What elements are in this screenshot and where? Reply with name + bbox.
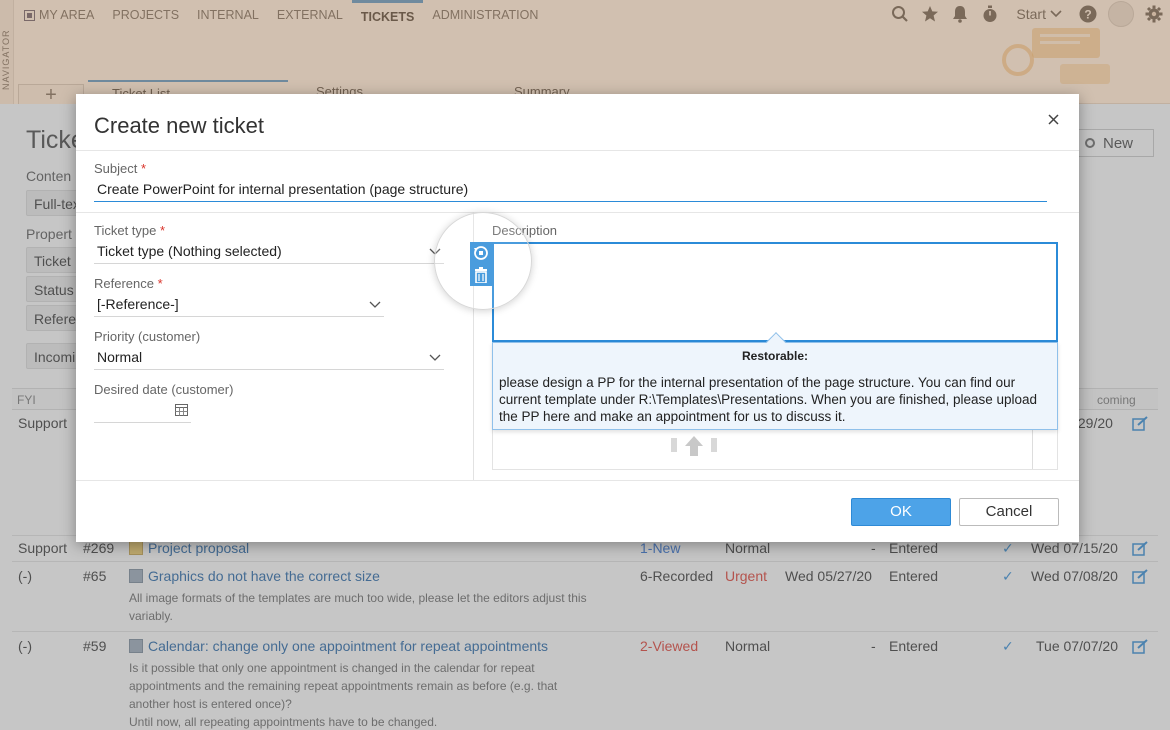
trash-icon[interactable]: [474, 267, 488, 283]
divider: [76, 212, 1079, 213]
ticket-type-value: Ticket type (Nothing selected): [97, 243, 282, 259]
ticket-type-select[interactable]: Ticket type (Nothing selected): [94, 241, 444, 264]
dialog-title: Create new ticket: [94, 113, 264, 138]
calendar-icon[interactable]: [175, 404, 188, 416]
priority-label: Priority (customer): [94, 329, 201, 344]
chevron-down-icon: [429, 248, 441, 255]
restorable-popup[interactable]: Restorable: please design a PP for the i…: [492, 332, 1058, 430]
chevron-down-icon: [429, 354, 441, 361]
reference-label: Reference *: [94, 276, 163, 291]
scrollbar[interactable]: [1032, 430, 1033, 469]
required-marker: *: [141, 161, 147, 176]
divider: [76, 480, 1079, 481]
create-ticket-dialog: Create new ticket Subject * Create Power…: [76, 94, 1079, 542]
restorable-text: please design a PP for the internal pres…: [499, 375, 1038, 424]
subject-label: Subject *: [94, 161, 146, 176]
description-editor[interactable]: [492, 242, 1058, 342]
description-label: Description: [492, 223, 558, 238]
required-marker: *: [160, 223, 166, 238]
ticket-type-label: Ticket type *: [94, 223, 165, 238]
restore-icon[interactable]: [473, 245, 489, 261]
restorable-heading: Restorable:: [741, 349, 809, 363]
priority-value: Normal: [97, 349, 143, 365]
subject-label-text: Subject: [94, 161, 138, 176]
upload-icon: [671, 436, 717, 456]
description-tools: [470, 242, 492, 286]
close-icon[interactable]: [1045, 111, 1061, 127]
chevron-down-icon: [369, 301, 381, 308]
reference-select[interactable]: [-Reference-]: [94, 294, 384, 317]
cancel-button[interactable]: Cancel: [959, 498, 1059, 526]
subject-field[interactable]: Create PowerPoint for internal presentat…: [94, 179, 1047, 202]
desired-date-field[interactable]: [94, 400, 191, 423]
priority-select[interactable]: Normal: [94, 347, 444, 370]
desired-date-label: Desired date (customer): [94, 382, 234, 397]
reference-value: [-Reference-]: [97, 296, 179, 312]
ok-button[interactable]: OK: [851, 498, 951, 526]
required-marker: *: [157, 276, 163, 291]
attachment-dropzone[interactable]: [492, 430, 1058, 470]
reference-label-text: Reference: [94, 276, 154, 291]
divider: [76, 150, 1079, 151]
ticket-type-label-text: Ticket type: [94, 223, 157, 238]
